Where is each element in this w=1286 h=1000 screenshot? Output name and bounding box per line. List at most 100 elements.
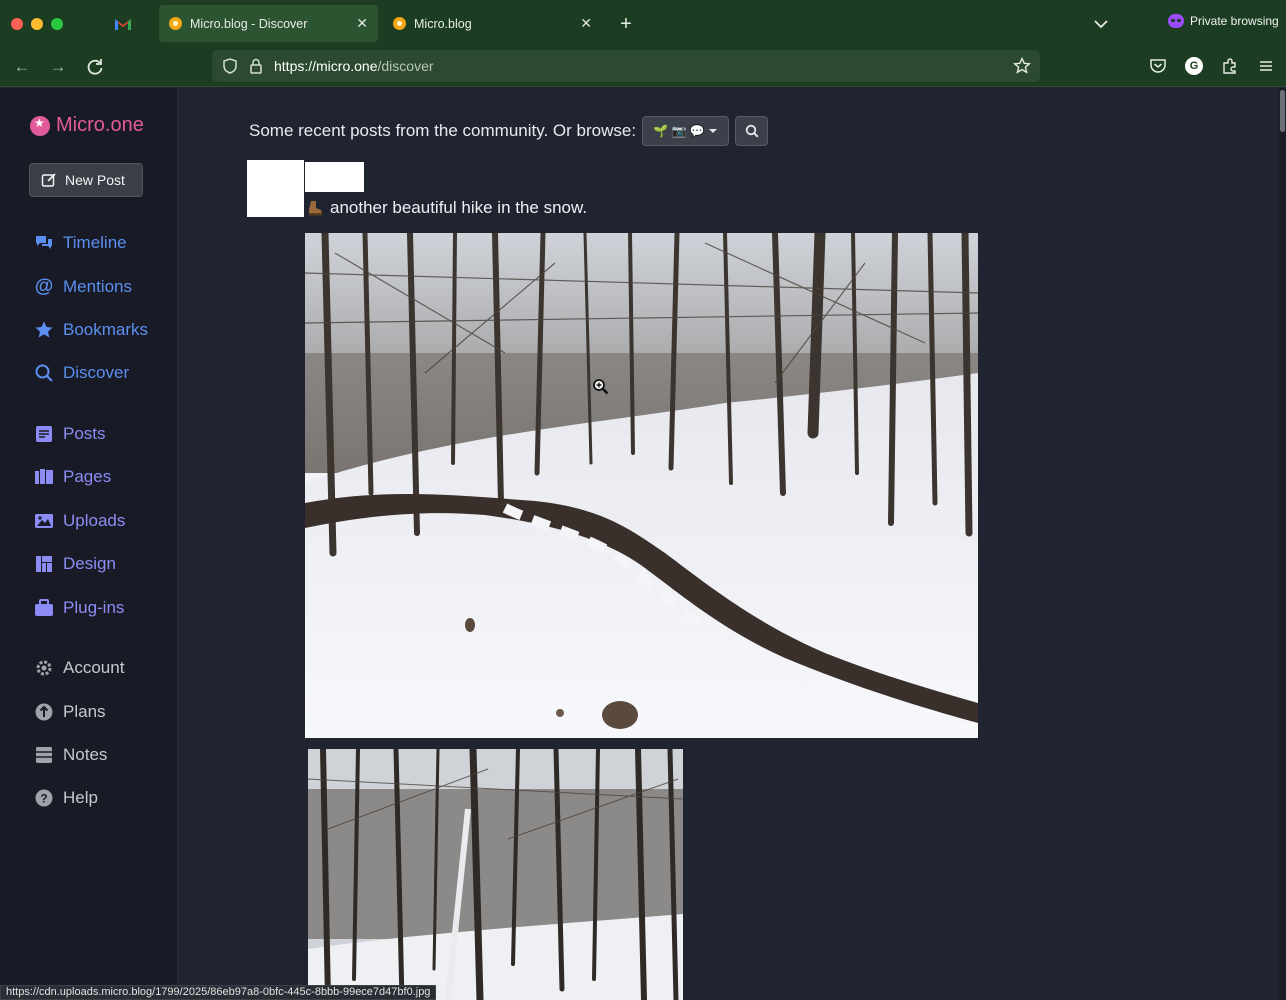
tab-close-icon[interactable]: ✕	[580, 15, 592, 32]
sidebar-item-account[interactable]: Account	[34, 658, 124, 678]
discover-intro-text: Some recent posts from the community. Or…	[249, 121, 637, 140]
url-bar[interactable]: https://micro.one/discover	[212, 50, 1040, 82]
help-icon: ?	[34, 788, 54, 808]
micro-blog-favicon-icon	[169, 17, 182, 30]
window-minimize-button[interactable]	[31, 18, 43, 30]
sidebar-item-label: Notes	[63, 745, 108, 764]
new-post-button[interactable]: New Post	[29, 163, 143, 197]
link-status-bar: https://cdn.uploads.micro.blog/1799/2025…	[0, 985, 437, 1000]
sidebar-item-label: Plans	[63, 702, 106, 721]
main-content: Some recent posts from the community. Or…	[179, 88, 1279, 1000]
hamburger-menu-icon[interactable]	[1256, 56, 1276, 76]
snowy-creek-photo-image	[305, 233, 978, 738]
private-browsing-indicator: Private browsing	[1168, 14, 1279, 28]
gmail-icon	[115, 19, 131, 30]
new-tab-button[interactable]: +	[612, 10, 640, 38]
sidebar-item-label: Bookmarks	[63, 320, 149, 339]
sidebar-item-label: Design	[63, 554, 116, 573]
briefcase-icon	[34, 598, 54, 618]
sidebar-item-label: Mentions	[63, 277, 132, 296]
caret-down-icon	[708, 129, 717, 133]
post-photo-snowy-creek[interactable]	[305, 233, 978, 738]
sidebar-item-label: Account	[63, 658, 125, 677]
browse-emoji: 🌱 📷 💬	[653, 124, 705, 138]
post-author-name[interactable]	[305, 162, 364, 192]
lock-icon[interactable]	[246, 56, 266, 76]
tab-micro-blog[interactable]: Micro.blog ✕	[383, 5, 602, 42]
post-body-text: another beautiful hike in the snow.	[330, 198, 588, 217]
forward-arrow-icon[interactable]: →	[45, 54, 71, 80]
sidebar-item-pages[interactable]: Pages	[34, 467, 111, 487]
url-host: https://micro.one	[274, 58, 378, 74]
sidebar-item-uploads[interactable]: Uploads	[34, 511, 125, 531]
url-path: /discover	[377, 58, 434, 74]
bookmark-star-icon[interactable]	[1012, 56, 1032, 76]
private-browsing-label: Private browsing	[1190, 14, 1279, 28]
new-post-label: New Post	[65, 172, 125, 188]
pages-icon	[34, 467, 54, 487]
tab-close-icon[interactable]: ✕	[356, 15, 368, 32]
sidebar-item-notes[interactable]: Notes	[34, 745, 107, 765]
sidebar-item-bookmarks[interactable]: Bookmarks	[34, 320, 148, 340]
svg-text:?: ?	[40, 792, 47, 806]
sidebar-item-label: Plug-ins	[63, 598, 125, 617]
url-text: https://micro.one/discover	[274, 58, 434, 74]
sidebar: Micro.one New Post Timeline @ Mentions B…	[0, 88, 178, 1000]
shield-icon[interactable]	[220, 56, 240, 76]
profile-avatar[interactable]: G	[1185, 57, 1203, 75]
at-icon: @	[34, 276, 54, 297]
tab-micro-blog-discover[interactable]: Micro.blog - Discover ✕	[159, 5, 378, 42]
private-mask-icon	[1168, 14, 1184, 28]
plans-icon	[34, 702, 54, 722]
image-icon	[34, 511, 54, 531]
notes-icon	[34, 745, 54, 765]
compose-icon	[41, 173, 56, 187]
sidebar-item-plans[interactable]: Plans	[34, 702, 106, 722]
sidebar-item-timeline[interactable]: Timeline	[34, 233, 127, 253]
zoom-in-cursor-icon	[593, 379, 609, 395]
star-icon	[34, 320, 54, 340]
page-scrollbar-thumb[interactable]	[1280, 90, 1285, 132]
hiking-boot-icon	[309, 201, 322, 216]
brand-name: Micro.one	[56, 114, 144, 136]
search-icon	[745, 124, 759, 138]
window-close-button[interactable]	[11, 18, 23, 30]
snowy-woods-photo-image	[308, 749, 683, 1000]
sidebar-item-label: Timeline	[63, 233, 127, 252]
browser-tab-bar: Micro.blog - Discover ✕ Micro.blog ✕ + P…	[0, 0, 1286, 46]
extensions-puzzle-icon[interactable]	[1220, 56, 1240, 76]
reload-icon[interactable]	[82, 54, 108, 80]
tab-label: Micro.blog	[414, 16, 472, 31]
sidebar-item-plug-ins[interactable]: Plug-ins	[34, 598, 124, 618]
window-zoom-button[interactable]	[51, 18, 63, 30]
sidebar-item-label: Pages	[63, 467, 112, 486]
tab-label: Micro.blog - Discover	[190, 16, 308, 31]
chevron-down-icon[interactable]	[1088, 12, 1114, 36]
brand[interactable]: Micro.one	[30, 114, 144, 137]
browse-topics-dropdown[interactable]: 🌱 📷 💬	[642, 116, 730, 146]
post-text: another beautiful hike in the snow.	[306, 198, 587, 218]
sidebar-item-discover[interactable]: Discover	[34, 363, 129, 383]
pinned-tab-gmail[interactable]	[108, 10, 138, 38]
layout-icon	[34, 554, 54, 574]
post-author-avatar[interactable]	[247, 160, 304, 217]
page-scrollbar[interactable]	[1279, 88, 1286, 1000]
sidebar-item-posts[interactable]: Posts	[34, 424, 106, 444]
gear-icon	[34, 658, 54, 678]
discover-search-button[interactable]	[735, 116, 769, 146]
sidebar-item-label: Posts	[63, 424, 106, 443]
sidebar-item-label: Uploads	[63, 511, 126, 530]
sidebar-item-design[interactable]: Design	[34, 554, 116, 574]
sidebar-item-help[interactable]: ? Help	[34, 788, 98, 808]
sidebar-item-label: Help	[63, 788, 98, 807]
browser-nav-bar: ← → https://micro.one/discover	[0, 46, 1286, 87]
sidebar-item-mentions[interactable]: @ Mentions	[34, 276, 132, 297]
comments-icon	[34, 233, 54, 253]
back-arrow-icon[interactable]: ←	[9, 54, 35, 80]
micro-blog-favicon-icon	[393, 17, 406, 30]
pocket-icon[interactable]	[1148, 56, 1168, 76]
file-text-icon	[34, 424, 54, 444]
discover-header: Some recent posts from the community. Or…	[249, 116, 769, 146]
post-photo-snowy-woods[interactable]	[308, 749, 683, 1000]
micro-blog-logo-icon	[30, 115, 50, 136]
